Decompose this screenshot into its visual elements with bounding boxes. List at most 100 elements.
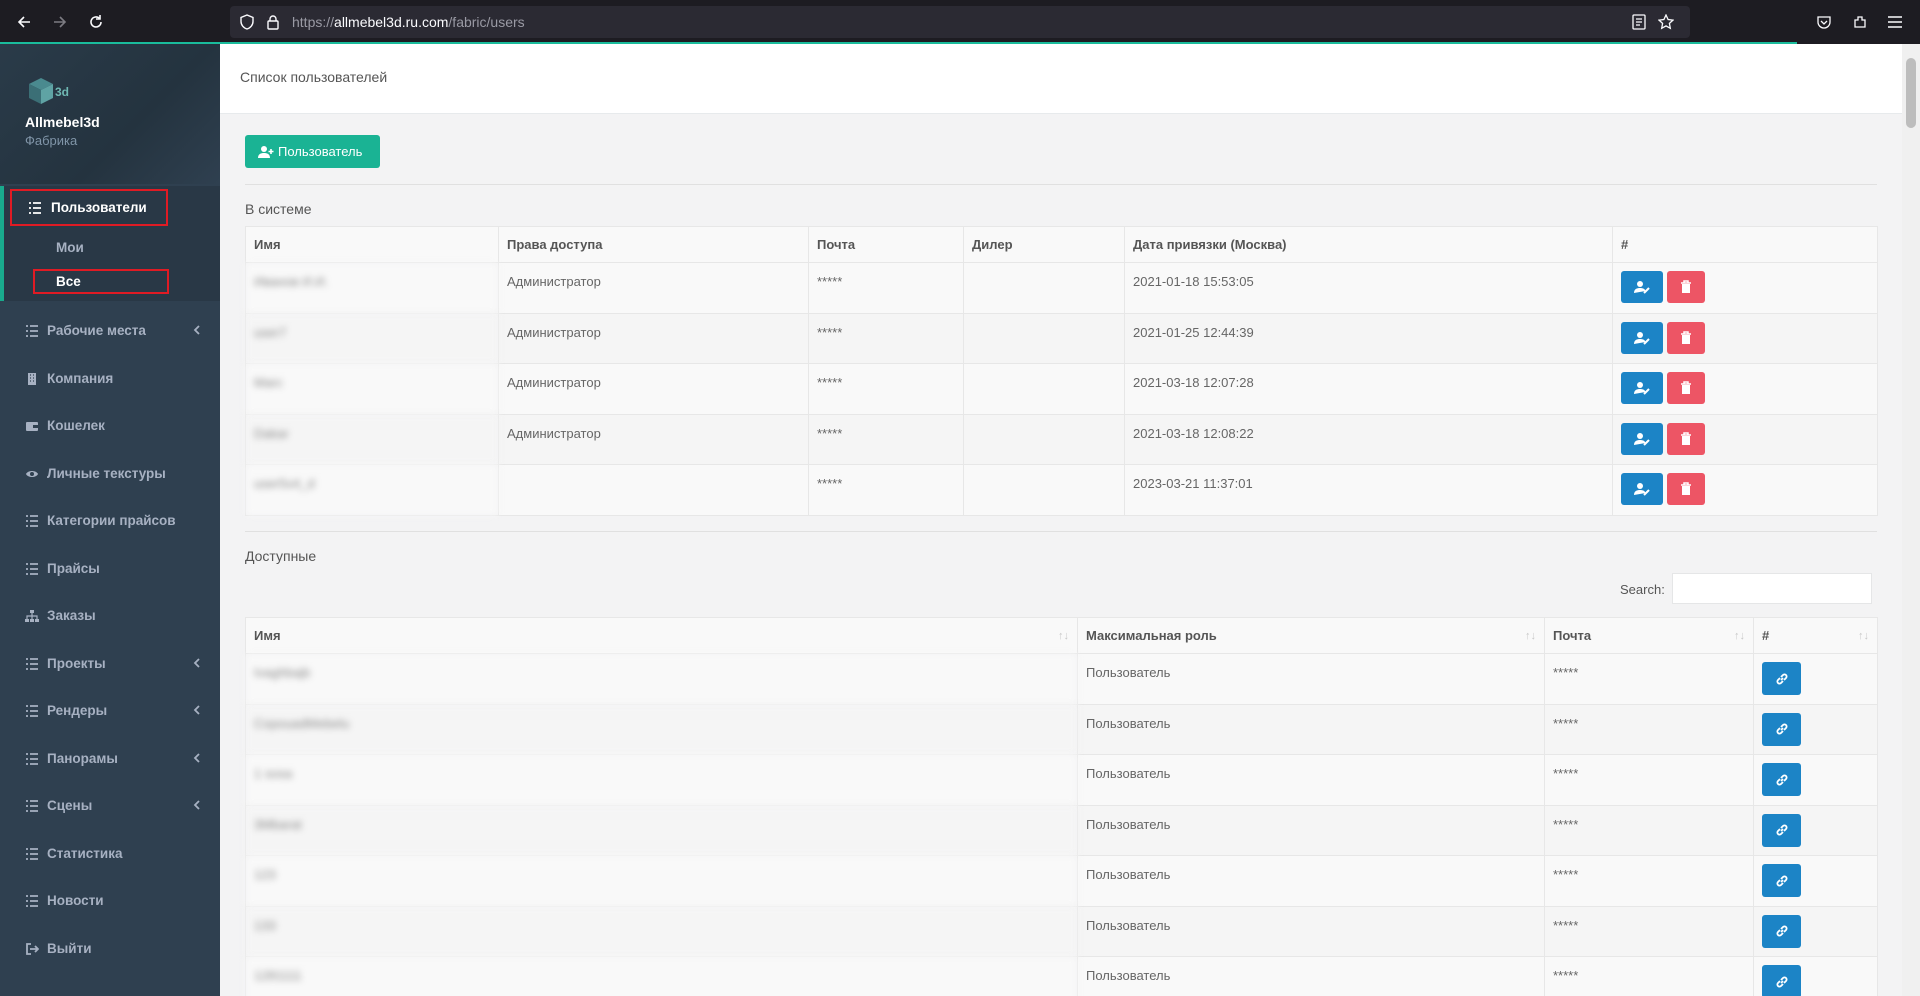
link-icon	[1776, 673, 1787, 684]
edit-user-button[interactable]	[1621, 473, 1663, 505]
column-header-email[interactable]: Почта	[808, 226, 964, 263]
column-header-max-role[interactable]: Максимальная роль ↑↓	[1077, 617, 1545, 654]
search-input[interactable]	[1672, 573, 1872, 604]
back-button[interactable]	[10, 8, 38, 36]
delete-user-button[interactable]	[1667, 422, 1705, 455]
sidebar-item-wallet[interactable]: Кошелек	[0, 403, 220, 449]
link-user-button[interactable]	[1762, 763, 1801, 796]
sidebar-item-label: Заказы	[47, 608, 96, 623]
delete-user-button[interactable]	[1667, 271, 1705, 303]
sidebar-item-workplaces[interactable]: Рабочие места	[0, 308, 220, 354]
trash-icon	[1681, 381, 1691, 394]
cell-dealer	[963, 262, 1125, 314]
add-user-label: Пользователь	[278, 144, 363, 159]
trash-icon	[1681, 280, 1691, 293]
cell-date: 2021-03-18 12:07:28	[1124, 363, 1613, 415]
edit-user-button[interactable]	[1621, 372, 1663, 404]
column-header-email[interactable]: Почта ↑↓	[1544, 617, 1754, 654]
page-scrollbar[interactable]	[1902, 44, 1920, 996]
arrow-right-icon	[54, 16, 67, 28]
page-scrollbar-thumb[interactable]	[1906, 58, 1916, 128]
sitemap-icon	[25, 610, 39, 622]
link-user-button[interactable]	[1762, 965, 1801, 996]
wallet-icon	[26, 422, 38, 431]
highlight-box-users	[10, 189, 168, 226]
sidebar-subitem-mine[interactable]: Мои	[56, 240, 84, 255]
sidebar-item-news[interactable]: Новости	[0, 878, 220, 924]
link-icon	[1776, 925, 1787, 937]
sidebar-item-label: Личные текстуры	[47, 466, 166, 481]
sidebar-item-label: Кошелек	[47, 418, 105, 433]
sidebar-item-scenes[interactable]: Сцены	[0, 783, 220, 829]
chevron-left-icon	[193, 658, 200, 668]
link-icon	[1776, 824, 1787, 836]
pocket-icon[interactable]	[1813, 11, 1835, 33]
cell-name: 1281111	[245, 956, 1078, 996]
shield-icon[interactable]	[236, 11, 258, 33]
sidebar-item-statistics[interactable]: Статистика	[0, 831, 220, 877]
sidebar-item-renders[interactable]: Рендеры	[0, 688, 220, 734]
delete-user-button[interactable]	[1667, 473, 1705, 505]
cell-name: user7	[245, 312, 499, 364]
column-header-access[interactable]: Права доступа	[498, 226, 809, 263]
lock-icon[interactable]	[262, 11, 284, 33]
chevron-left-icon	[193, 800, 200, 810]
sidebar-item-company[interactable]: Компания	[0, 356, 220, 402]
cell-actions	[1753, 956, 1878, 996]
address-bar[interactable]: https://allmebel3d.ru.com/fabric/users	[230, 6, 1690, 38]
link-user-button[interactable]	[1762, 712, 1801, 746]
table-row: 133 Пользователь *****	[245, 905, 1878, 957]
column-header-actions[interactable]: #	[1612, 226, 1878, 263]
divider	[245, 184, 1877, 185]
sidebar-item-orders[interactable]: Заказы	[0, 593, 220, 639]
reader-view-icon[interactable]	[1628, 11, 1650, 33]
list-icon	[26, 895, 38, 907]
delete-user-button[interactable]	[1667, 321, 1705, 354]
cell-email: *****	[1544, 905, 1754, 957]
trash-icon	[1681, 330, 1691, 344]
cell-actions	[1612, 363, 1878, 415]
sidebar-item-logout[interactable]: Выйти	[0, 926, 220, 972]
sidebar-item-price-categories[interactable]: Категории прайсов	[0, 498, 220, 544]
edit-user-button[interactable]	[1621, 271, 1663, 303]
svg-text:3d: 3d	[55, 85, 69, 99]
menu-icon[interactable]	[1884, 11, 1906, 33]
link-user-button[interactable]	[1762, 813, 1801, 847]
cell-dealer	[963, 464, 1125, 516]
url-text[interactable]: https://allmebel3d.ru.com/fabric/users	[292, 14, 525, 30]
edit-user-button[interactable]	[1621, 422, 1663, 455]
column-header-dealer[interactable]: Дилер	[963, 226, 1125, 263]
add-user-button[interactable]: Пользователь	[245, 135, 380, 168]
logo-icon[interactable]: 3d	[24, 74, 74, 108]
cell-dealer	[963, 363, 1125, 415]
sidebar-item-label: Прайсы	[47, 561, 100, 576]
list-icon	[26, 325, 38, 337]
forward-button[interactable]	[46, 8, 74, 36]
link-user-button[interactable]	[1762, 914, 1801, 948]
bookmark-star-icon[interactable]	[1655, 11, 1677, 33]
extensions-icon[interactable]	[1849, 11, 1871, 33]
sidebar-item-projects[interactable]: Проекты	[0, 641, 220, 687]
sidebar-item-textures[interactable]: Личные текстуры	[0, 451, 220, 497]
column-header-name[interactable]: Имя ↑↓	[245, 617, 1078, 654]
delete-user-button[interactable]	[1667, 372, 1705, 404]
cell-access: Администратор	[498, 312, 809, 364]
reload-button[interactable]	[82, 8, 110, 36]
divider	[245, 531, 1877, 532]
column-header-actions[interactable]: # ↑↓	[1753, 617, 1878, 654]
cell-role: Пользователь	[1077, 754, 1545, 806]
sidebar-item-prices[interactable]: Прайсы	[0, 546, 220, 592]
link-user-button[interactable]	[1762, 864, 1801, 897]
link-user-button[interactable]	[1762, 662, 1801, 695]
column-header-date[interactable]: Дата привязки (Москва)	[1124, 226, 1613, 263]
sidebar-item-panoramas[interactable]: Панорамы	[0, 736, 220, 782]
sidebar: 3d Allmebel3d Фабрика Пользователи Мои В…	[0, 44, 220, 996]
edit-user-button[interactable]	[1621, 321, 1663, 354]
cell-email: *****	[808, 464, 964, 516]
column-header-name[interactable]: Имя	[245, 226, 499, 263]
cell-actions	[1753, 754, 1878, 806]
cell-email: *****	[1544, 804, 1754, 856]
user-edit-icon	[1634, 281, 1650, 294]
table-row: 1 sosa Пользователь *****	[245, 754, 1878, 806]
building-icon	[28, 373, 36, 385]
